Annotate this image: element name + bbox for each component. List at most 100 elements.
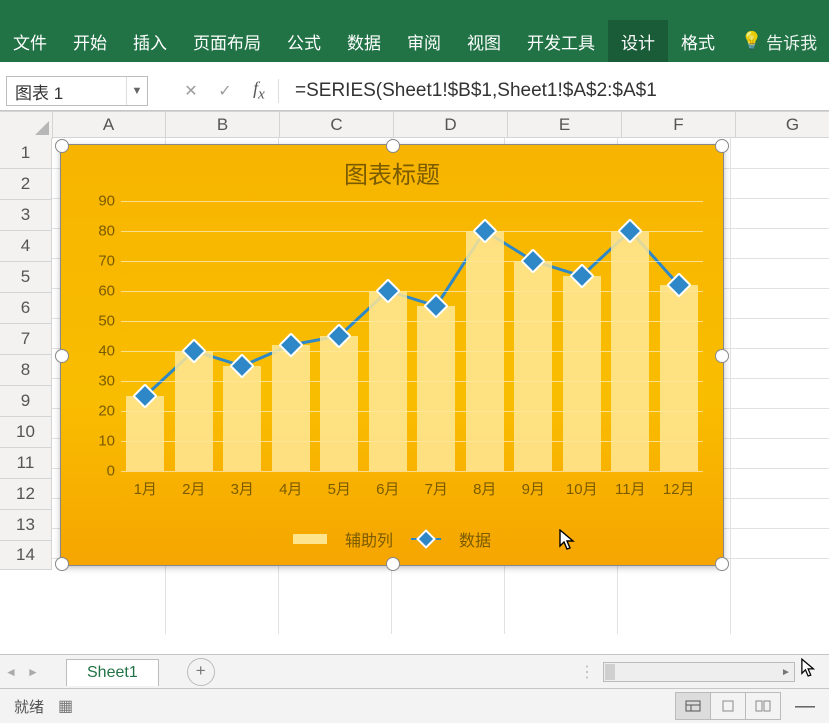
bar[interactable] — [563, 276, 601, 471]
formula-bar: 图表 1 ▼ ✕ ✓ fx =SERIES(Sheet1!$B$1,Sheet1… — [0, 72, 829, 111]
tab-formulas[interactable]: 公式 — [274, 20, 334, 62]
bar[interactable] — [369, 291, 407, 471]
legend[interactable]: 辅助列 数据 — [61, 527, 723, 551]
bar[interactable] — [466, 231, 504, 471]
zoom-out-icon[interactable]: — — [795, 695, 815, 718]
sheet-tab-sheet1[interactable]: Sheet1 — [66, 659, 159, 686]
chart-title[interactable]: 图表标题 — [61, 155, 723, 190]
resize-handle[interactable] — [715, 557, 729, 571]
row-10[interactable]: 10 — [0, 417, 52, 448]
col-C[interactable]: C — [280, 112, 394, 138]
bar[interactable] — [514, 261, 552, 471]
sheet-nav-prev-icon[interactable]: ◄ — [0, 665, 22, 679]
divider — [278, 79, 279, 103]
view-buttons: — — [676, 692, 829, 720]
tab-design[interactable]: 设计 — [608, 20, 668, 62]
tab-scroll-grip-icon[interactable]: ⋮ — [579, 662, 595, 682]
y-tick: 30 — [81, 373, 115, 390]
view-pagelayout-icon[interactable] — [710, 692, 746, 720]
col-F[interactable]: F — [622, 112, 736, 138]
row-14[interactable]: 14 — [0, 541, 52, 570]
x-tick: 11月 — [615, 478, 646, 499]
y-tick: 20 — [81, 403, 115, 420]
row-13[interactable]: 13 — [0, 510, 52, 541]
col-D[interactable]: D — [394, 112, 508, 138]
tab-format[interactable]: 格式 — [668, 20, 728, 62]
row-5[interactable]: 5 — [0, 262, 52, 293]
status-text: 就绪 — [0, 696, 58, 717]
row-9[interactable]: 9 — [0, 386, 52, 417]
ribbon-tabs: 文件 开始 插入 页面布局 公式 数据 审阅 视图 开发工具 设计 格式 💡 告… — [0, 20, 829, 62]
horizontal-scrollbar[interactable]: ◄ ► — [603, 662, 795, 682]
bar[interactable] — [611, 231, 649, 471]
resize-handle[interactable] — [715, 139, 729, 153]
name-box[interactable]: 图表 1 ▼ — [6, 76, 148, 106]
y-tick: 70 — [81, 253, 115, 270]
row-headers: 1 2 3 4 5 6 7 8 9 10 11 12 13 14 — [0, 138, 52, 570]
tab-insert[interactable]: 插入 — [120, 20, 180, 62]
tab-home[interactable]: 开始 — [60, 20, 120, 62]
view-normal-icon[interactable] — [675, 692, 711, 720]
cancel-formula-icon[interactable]: ✕ — [174, 81, 208, 101]
tab-review[interactable]: 审阅 — [394, 20, 454, 62]
bar[interactable] — [223, 366, 261, 471]
row-1[interactable]: 1 — [0, 138, 52, 169]
scroll-right-icon[interactable]: ► — [778, 663, 794, 681]
resize-handle[interactable] — [386, 557, 400, 571]
x-tick: 9月 — [522, 478, 545, 499]
x-tick: 6月 — [376, 478, 399, 499]
tab-file[interactable]: 文件 — [0, 20, 60, 62]
macro-record-icon[interactable]: ▦ — [58, 696, 73, 716]
resize-handle[interactable] — [55, 139, 69, 153]
select-all-triangle[interactable] — [0, 112, 53, 139]
x-tick: 7月 — [425, 478, 448, 499]
y-tick: 90 — [81, 193, 115, 210]
tell-me-label: 告诉我 — [766, 29, 817, 54]
row-3[interactable]: 3 — [0, 200, 52, 231]
legend-aux-label: 辅助列 — [345, 527, 393, 551]
formula-input[interactable]: =SERIES(Sheet1!$B$1,Sheet1!$A$2:$A$1 — [281, 80, 829, 102]
tab-pagelayout[interactable]: 页面布局 — [180, 20, 274, 62]
lightbulb-icon: 💡 — [741, 31, 762, 51]
bar[interactable] — [175, 351, 213, 471]
legend-swatch-data — [411, 538, 441, 540]
col-E[interactable]: E — [508, 112, 622, 138]
row-7[interactable]: 7 — [0, 324, 52, 355]
scroll-thumb[interactable] — [605, 664, 615, 680]
status-bar: 就绪 ▦ — — [0, 688, 829, 723]
view-pagebreak-icon[interactable] — [745, 692, 781, 720]
tell-me[interactable]: 💡 告诉我 — [728, 20, 829, 62]
legend-data-label: 数据 — [459, 527, 491, 551]
new-sheet-button[interactable]: + — [187, 658, 215, 686]
row-11[interactable]: 11 — [0, 448, 52, 479]
bar[interactable] — [417, 306, 455, 471]
resize-handle[interactable] — [386, 139, 400, 153]
plot-area[interactable]: 01020304050607080901月2月3月4月5月6月7月8月9月10月… — [121, 201, 703, 471]
legend-swatch-aux — [293, 534, 327, 544]
tab-data[interactable]: 数据 — [334, 20, 394, 62]
accept-formula-icon[interactable]: ✓ — [208, 81, 242, 101]
tab-developer[interactable]: 开发工具 — [514, 20, 608, 62]
chart-object[interactable]: 图表标题 01020304050607080901月2月3月4月5月6月7月8月… — [60, 144, 724, 566]
bar[interactable] — [660, 285, 698, 471]
resize-handle[interactable] — [715, 349, 729, 363]
sheet-tabs-bar: ◄ ► Sheet1 + ⋮ ◄ ► — [0, 654, 829, 689]
bar[interactable] — [272, 345, 310, 471]
resize-handle[interactable] — [55, 557, 69, 571]
fx-icon[interactable]: fx — [242, 78, 276, 104]
col-G[interactable]: G — [736, 112, 829, 138]
row-12[interactable]: 12 — [0, 479, 52, 510]
worksheet: A B C D E F G 1 2 3 4 5 6 7 8 9 10 11 12… — [0, 111, 829, 634]
name-box-dropdown-icon[interactable]: ▼ — [126, 77, 147, 105]
sheet-nav-next-icon[interactable]: ► — [22, 665, 44, 679]
col-B[interactable]: B — [166, 112, 280, 138]
row-8[interactable]: 8 — [0, 355, 52, 386]
resize-handle[interactable] — [55, 349, 69, 363]
row-4[interactable]: 4 — [0, 231, 52, 262]
ribbon: 文件 开始 插入 页面布局 公式 数据 审阅 视图 开发工具 设计 格式 💡 告… — [0, 0, 829, 62]
tab-view[interactable]: 视图 — [454, 20, 514, 62]
row-6[interactable]: 6 — [0, 293, 52, 324]
row-2[interactable]: 2 — [0, 169, 52, 200]
col-A[interactable]: A — [52, 112, 166, 138]
bar[interactable] — [320, 336, 358, 471]
